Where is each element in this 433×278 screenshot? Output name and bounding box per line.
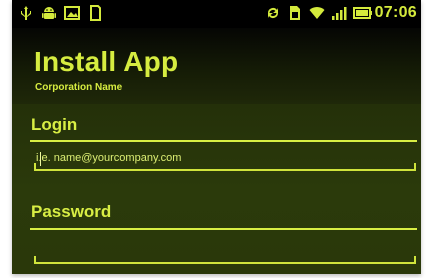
phone-screen: 07:06 Install App Corporation Name Login… xyxy=(12,0,421,274)
sd-card-icon xyxy=(87,5,103,21)
login-label: Login xyxy=(31,115,78,134)
sim-icon xyxy=(287,5,303,21)
password-label: Password xyxy=(31,202,112,221)
password-divider xyxy=(30,228,417,230)
sync-icon xyxy=(265,5,281,21)
password-input-left-tick xyxy=(34,256,36,262)
status-bar-notifications xyxy=(18,3,103,23)
app-header: Install App Corporation Name xyxy=(12,28,421,104)
clock-time: 07:06 xyxy=(374,4,417,21)
login-form: Login Password xyxy=(12,104,421,274)
login-input-left-tick xyxy=(34,163,36,169)
password-input-right-tick xyxy=(414,256,416,262)
wifi-icon xyxy=(309,5,325,21)
signal-icon xyxy=(331,5,347,21)
android-icon xyxy=(41,5,57,21)
login-input-right-tick xyxy=(414,163,416,169)
page-title: Install App xyxy=(34,46,179,77)
password-input[interactable] xyxy=(34,240,416,264)
status-bar: 07:06 xyxy=(12,0,421,28)
status-bar-system: 07:06 xyxy=(265,3,417,23)
text-cursor xyxy=(40,152,41,166)
login-divider xyxy=(30,140,417,142)
corporation-name: Corporation Name xyxy=(35,82,123,93)
login-input[interactable] xyxy=(34,147,416,171)
usb-icon xyxy=(18,5,34,21)
image-icon xyxy=(64,5,80,21)
battery-icon xyxy=(352,5,372,21)
